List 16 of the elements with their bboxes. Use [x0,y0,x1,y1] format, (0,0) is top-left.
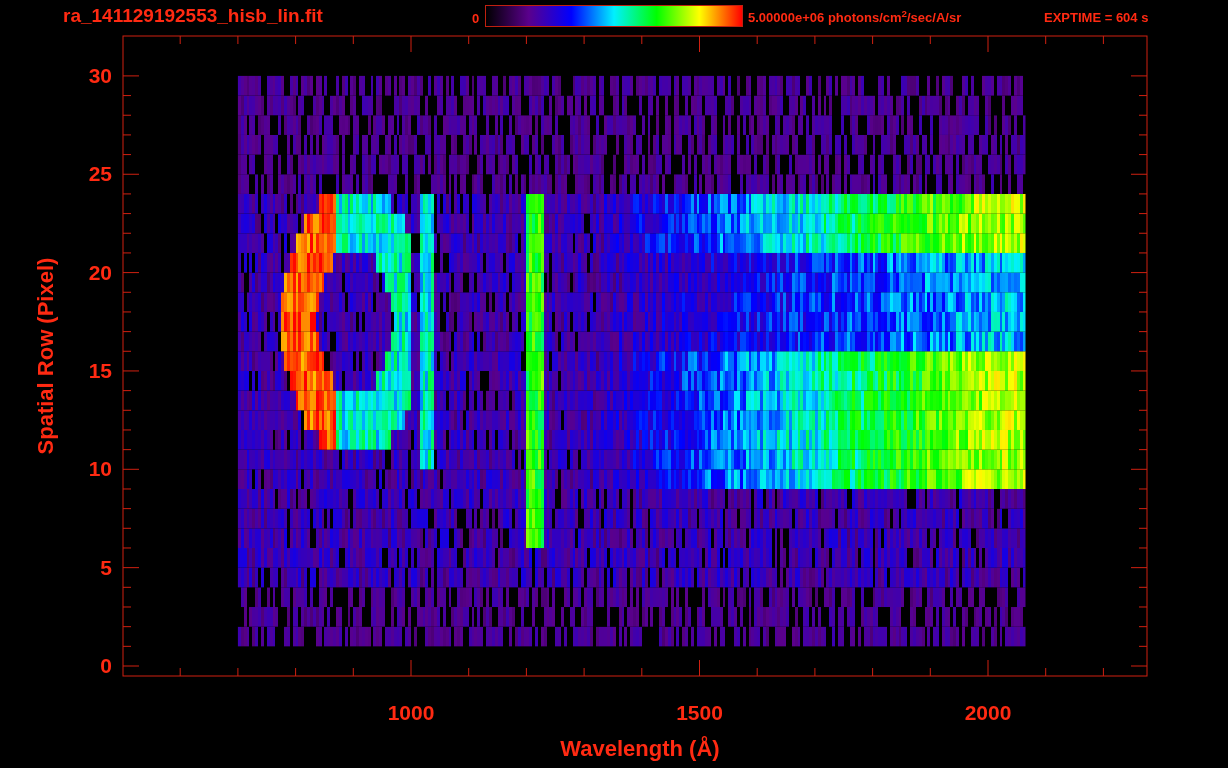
colorbar-max-label: 5.00000e+06 photons/cm$^{2}$/sec/A/sr [748,11,962,24]
x-axis-label: Wavelength (Å) [559,738,721,760]
y-tick-label: 20 [88,261,112,283]
y-tick-label: 15 [88,359,112,381]
colorbar-min-label: 0 [472,12,480,25]
exposure-time-label: EXPTIME = 604 s [1044,11,1149,24]
y-tick-label: 30 [88,64,112,86]
y-tick-label: 0 [100,655,112,676]
x-tick-label: 1500 [675,702,724,723]
plot-title: ra_141129192553_hisb_lin.fit [63,6,323,25]
x-tick-label: 1000 [386,702,436,723]
y-tick-label: 5 [100,556,112,578]
y-tick-label: 10 [88,458,112,480]
x-tick-label: 2000 [963,702,1013,723]
y-tick-label: 25 [88,163,112,185]
y-axis-label: Spatial Row (Pixel) [35,256,57,457]
